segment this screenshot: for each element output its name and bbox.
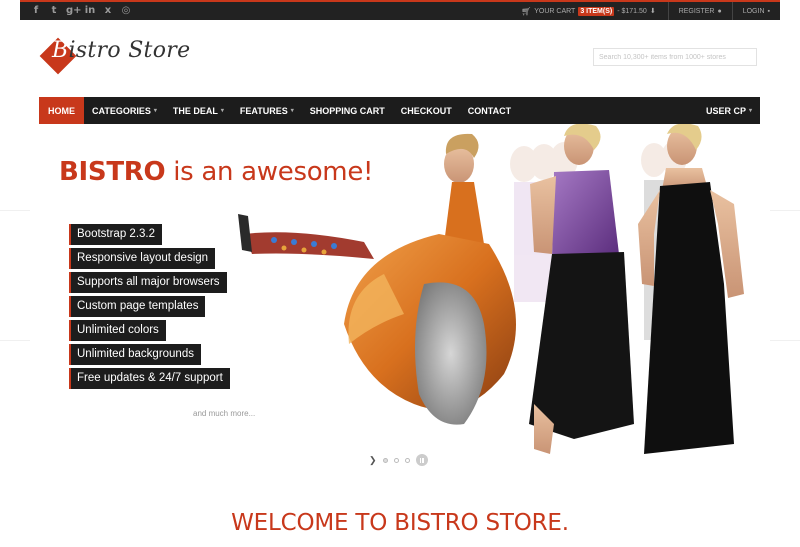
divider <box>0 210 30 211</box>
slider-dot[interactable] <box>393 457 399 463</box>
caret-down-icon: ▾ <box>290 108 294 114</box>
nav-item-label: USER CP <box>705 105 746 116</box>
nav-item-categories[interactable]: CATEGORIES ▾ <box>84 97 165 124</box>
search-input[interactable] <box>593 48 757 66</box>
feature-item: Bootstrap 2.3.2 <box>69 224 162 245</box>
dribbble-icon[interactable]: ◎ <box>120 5 132 17</box>
divider <box>770 210 800 211</box>
top-bar-right: 🛒︎ YOUR CART 3 ITEM(S) - $171.50 ⬇ REGIS… <box>521 2 770 20</box>
linkedin-icon[interactable]: in <box>84 5 96 17</box>
fashion-models-image <box>238 124 744 454</box>
feature-item: Unlimited backgrounds <box>69 344 201 365</box>
cart-total: - $171.50 <box>617 7 647 15</box>
cart-count-badge: 3 ITEM(S) <box>578 6 615 16</box>
site-logo[interactable]: Bistro Store <box>39 37 190 75</box>
nav-item-checkout[interactable]: CHECKOUT <box>393 97 460 124</box>
logo-initial: B <box>52 38 69 63</box>
feature-item: Custom page templates <box>69 296 206 317</box>
hero-slider: BISTRO is an awesome! Bootstrap 2.3.2 Res… <box>39 124 760 470</box>
logo-text: Bistro Store <box>40 38 190 63</box>
feature-item: Unlimited colors <box>69 320 166 341</box>
nav-item-label: CATEGORIES <box>92 105 151 116</box>
caret-down-icon: ▾ <box>153 108 157 114</box>
nav-item-features[interactable]: FEATURES ▾ <box>232 97 302 124</box>
nav-item-home[interactable]: HOME <box>39 97 84 124</box>
slider-controls: ❯ <box>369 454 428 466</box>
divider <box>770 340 800 341</box>
nav-item-label: CHECKOUT <box>400 105 452 116</box>
feature-item: Free updates & 24/7 support <box>69 368 230 389</box>
social-links: f t g+ in x ◎ <box>30 5 132 17</box>
cart-label: YOUR CART <box>534 7 576 15</box>
slider-dot[interactable] <box>382 457 388 463</box>
nav-item-the-deal[interactable]: THE DEAL ▾ <box>165 97 232 124</box>
register-label: REGISTER <box>678 7 715 15</box>
twitter-icon[interactable]: t <box>48 5 60 17</box>
feature-item: Responsive layout design <box>69 248 216 269</box>
main-nav: HOME CATEGORIES ▾ THE DEAL ▾ FEATURES ▾ SHOPPIN… <box>39 97 760 124</box>
divider <box>0 340 30 341</box>
nav-item-contact[interactable]: CONTACT <box>460 97 519 124</box>
cart-link[interactable]: 🛒︎ YOUR CART 3 ITEM(S) - $171.50 ⬇ <box>521 6 668 16</box>
nav-item-user-cp[interactable]: USER CP ▾ <box>698 97 760 124</box>
arrow-down-icon: ⬇ <box>649 8 656 15</box>
top-bar: f t g+ in x ◎ 🛒︎ YOUR CART 3 ITEM(S) - $171.5… <box>20 0 780 20</box>
welcome-heading: WELCOME TO BISTRO STORE. <box>231 510 569 536</box>
caret-down-icon: ▾ <box>748 108 752 114</box>
user-icon: ● <box>717 7 722 15</box>
feature-item: Supports all major browsers <box>69 272 227 293</box>
nav-item-label: SHOPPING CART <box>309 105 385 116</box>
facebook-icon[interactable]: f <box>30 5 42 17</box>
lock-icon: ▪ <box>767 7 770 15</box>
hero-title-brand: BISTRO <box>59 157 166 187</box>
slider-prev-icon[interactable]: ❯ <box>369 455 377 466</box>
shopping-cart-icon: 🛒︎ <box>521 6 532 16</box>
nav-item-label: CONTACT <box>467 105 512 116</box>
logo-name: istro Store <box>68 38 191 63</box>
nav-item-label: HOME <box>48 105 75 116</box>
login-label: LOGIN <box>742 7 765 15</box>
nav-item-label: THE DEAL <box>172 105 218 116</box>
xing-icon[interactable]: x <box>102 5 114 17</box>
slider-dot[interactable] <box>404 457 410 463</box>
nav-item-label: FEATURES <box>239 105 288 116</box>
caret-down-icon: ▾ <box>220 108 224 114</box>
nav-item-shopping-cart[interactable]: SHOPPING CART <box>302 97 393 124</box>
login-link[interactable]: LOGIN ▪ <box>731 2 770 20</box>
google-plus-icon[interactable]: g+ <box>66 5 82 17</box>
feature-list: Bootstrap 2.3.2 Responsive layout design S… <box>69 224 230 392</box>
pause-icon[interactable] <box>415 454 428 466</box>
register-link[interactable]: REGISTER ● <box>667 2 732 20</box>
